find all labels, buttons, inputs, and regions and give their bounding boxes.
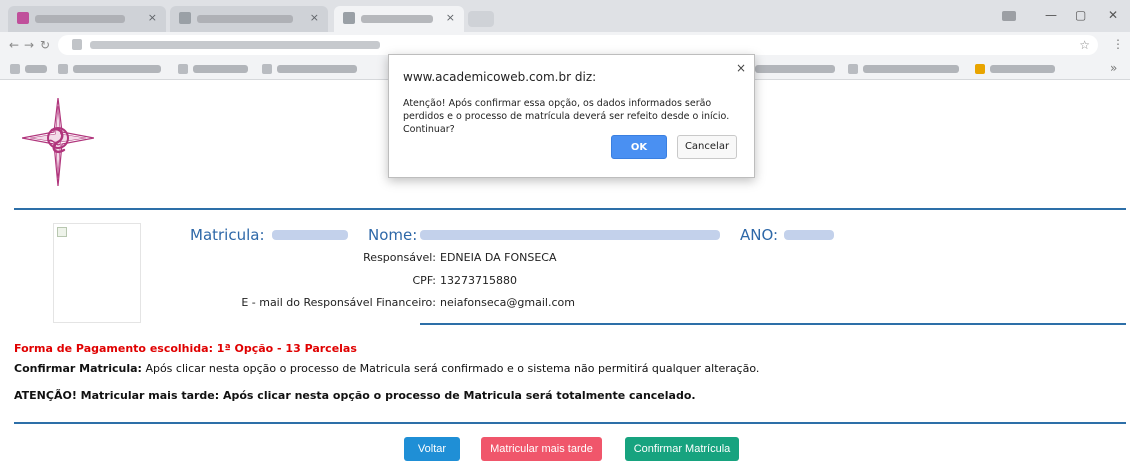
- maximize-icon[interactable]: ▢: [1075, 9, 1086, 21]
- student-photo: [53, 223, 141, 323]
- new-tab-button[interactable]: [468, 11, 494, 27]
- tab-close-icon[interactable]: ×: [446, 12, 455, 24]
- bookmark-item[interactable]: [10, 63, 50, 75]
- page-icon: [178, 64, 188, 74]
- email-value: neiafonseca@gmail.com: [440, 296, 575, 309]
- dialog-ok-button[interactable]: OK: [611, 135, 667, 159]
- bookmark-label-redacted: [73, 65, 161, 73]
- tab-close-icon[interactable]: ×: [148, 12, 157, 24]
- browser-tab[interactable]: ×: [170, 6, 328, 32]
- cpf-value: 13273715880: [440, 274, 517, 287]
- address-bar[interactable]: ☆: [58, 35, 1098, 55]
- nome-value-redacted: [420, 230, 720, 240]
- close-window-icon[interactable]: ✕: [1108, 9, 1118, 21]
- bookmark-item[interactable]: [178, 63, 253, 75]
- bookmark-item[interactable]: [755, 63, 843, 75]
- page-favicon-icon: [179, 12, 191, 24]
- tab-title-redacted: [197, 15, 293, 23]
- confirmar-matricula-button[interactable]: Confirmar Matrícula: [625, 437, 739, 461]
- dialog-cancel-button[interactable]: Cancelar: [677, 135, 737, 159]
- site-favicon-icon: [17, 12, 29, 24]
- browser-tab-active[interactable]: ×: [334, 6, 464, 32]
- apps-icon: [10, 64, 20, 74]
- page-icon: [58, 64, 68, 74]
- cpf-label: CPF:: [412, 274, 437, 287]
- tab-close-icon[interactable]: ×: [310, 12, 319, 24]
- minimize-icon[interactable]: —: [1045, 9, 1057, 21]
- browser-tab[interactable]: ×: [8, 6, 166, 32]
- bookmark-label-redacted: [277, 65, 357, 73]
- bookmark-item[interactable]: [262, 63, 362, 75]
- bookmark-label-redacted: [863, 65, 959, 73]
- bookmark-label-redacted: [25, 65, 47, 73]
- confirm-dialog: www.academicoweb.com.br diz: × Atenção! …: [388, 54, 755, 178]
- ano-value-redacted: [784, 230, 834, 240]
- matricula-label: Matricula:: [190, 226, 265, 244]
- dialog-message: Atenção! Após confirmar essa opção, os d…: [403, 98, 730, 135]
- page-icon: [848, 64, 858, 74]
- voltar-button[interactable]: Voltar: [404, 437, 460, 461]
- divider: [420, 323, 1126, 325]
- back-icon[interactable]: ←: [9, 38, 19, 52]
- responsavel-label: Responsável:: [363, 251, 436, 264]
- reload-icon[interactable]: ↻: [40, 38, 50, 52]
- page-favicon-icon: [343, 12, 355, 24]
- tab-title-redacted: [35, 15, 125, 23]
- confirm-notice-title: Confirmar Matricula:: [14, 362, 142, 375]
- confirm-notice-text: Após clicar nesta opção o processo de Ma…: [141, 362, 760, 375]
- dialog-title: www.academicoweb.com.br diz:: [403, 70, 597, 84]
- info-icon[interactable]: [72, 39, 82, 50]
- browser-tab-bar: × × × — ▢ ✕: [0, 0, 1130, 32]
- profile-icon[interactable]: [1002, 11, 1016, 21]
- forward-icon[interactable]: →: [24, 38, 34, 52]
- bookmark-item[interactable]: [975, 63, 1060, 75]
- matricular-mais-tarde-button[interactable]: Matricular mais tarde: [481, 437, 602, 461]
- browser-menu-icon[interactable]: ⋮: [1112, 37, 1124, 51]
- tab-title-redacted: [361, 15, 433, 23]
- cpf-row: CPF: 13273715880: [200, 273, 700, 289]
- responsavel-row: Responsável: EDNEIA DA FONSECA: [200, 250, 700, 266]
- bookmark-label-redacted: [193, 65, 248, 73]
- bookmark-star-icon[interactable]: ☆: [1079, 37, 1090, 53]
- matricula-value-redacted: [272, 230, 348, 240]
- ano-label: ANO:: [740, 226, 779, 244]
- payment-method-notice: Forma de Pagamento escolhida: 1ª Opção -…: [14, 342, 357, 355]
- star-icon: [975, 64, 985, 74]
- email-row: E - mail do Responsável Financeiro: neia…: [200, 295, 700, 311]
- bookmark-item[interactable]: [58, 63, 168, 75]
- responsavel-value: EDNEIA DA FONSECA: [440, 251, 557, 264]
- nome-label: Nome:: [368, 226, 418, 244]
- url-redacted: [90, 41, 380, 49]
- warning-notice: ATENÇÃO! Matricular mais tarde: Após cli…: [14, 389, 696, 402]
- page-icon: [262, 64, 272, 74]
- school-logo: [22, 98, 94, 186]
- broken-image-icon: [57, 227, 67, 237]
- email-label: E - mail do Responsável Financeiro:: [241, 296, 436, 309]
- bookmark-item[interactable]: [848, 63, 966, 75]
- divider: [14, 422, 1126, 424]
- confirm-notice: Confirmar Matricula: Após clicar nesta o…: [14, 362, 759, 376]
- bookmark-label-redacted: [755, 65, 835, 73]
- more-bookmarks-icon[interactable]: »: [1110, 61, 1117, 75]
- bookmark-label-redacted: [990, 65, 1055, 73]
- dialog-close-icon[interactable]: ×: [736, 61, 746, 75]
- divider: [14, 208, 1126, 210]
